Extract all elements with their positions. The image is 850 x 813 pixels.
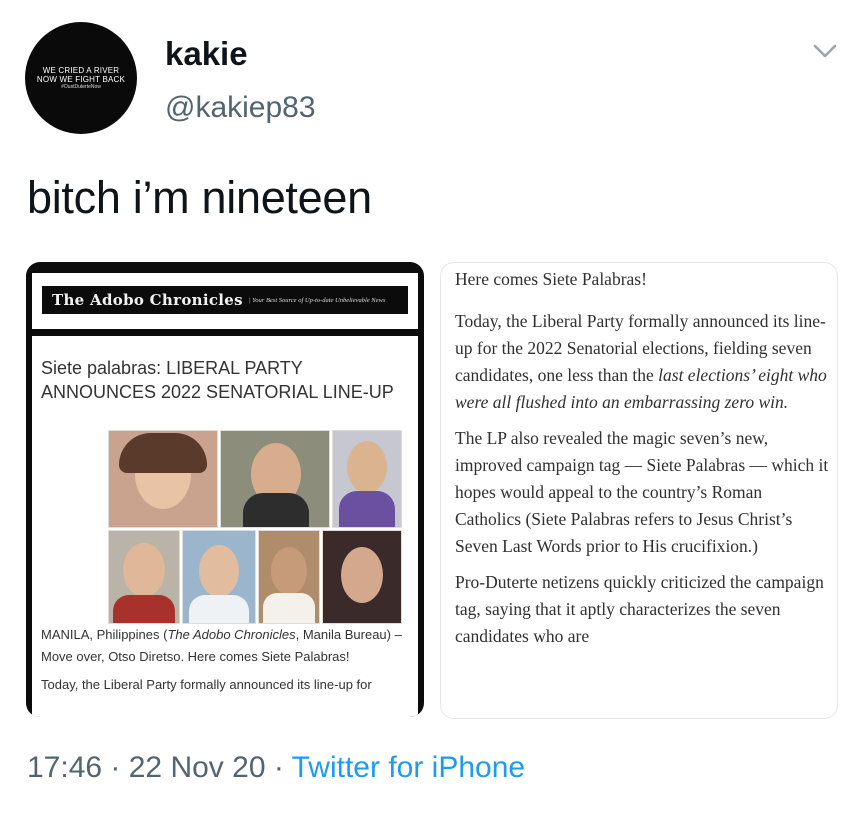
meta-separator: ·: [102, 751, 129, 784]
article-headline: Siete palabras: LIBERAL PARTY ANNOUNCES …: [41, 358, 394, 402]
article-paragraph-2: Today, the Liberal Party formally announ…: [455, 308, 830, 416]
candidate-photo: [220, 430, 330, 528]
article-paragraph-1: Here comes Siete Palabras!: [455, 269, 647, 289]
candidate-photo: [332, 430, 402, 528]
article-paragraph-3: The LP also revealed the magic seven’s n…: [455, 428, 829, 556]
tweet-image-left[interactable]: The Adobo Chronicles | Your Best Source …: [26, 262, 424, 717]
masthead-bar: The Adobo Chronicles | Your Best Source …: [42, 286, 408, 314]
candidate-photo: [108, 530, 180, 624]
chevron-down-icon[interactable]: [812, 42, 838, 60]
candidate-photo: [182, 530, 256, 624]
lede-source: The Adobo Chronicles: [167, 627, 296, 642]
masthead: The Adobo Chronicles | Your Best Source …: [32, 273, 418, 329]
tweet-source-link[interactable]: Twitter for iPhone: [292, 751, 525, 784]
tweet-meta: 17:46 · 22 Nov 20 · Twitter for iPhone: [27, 750, 525, 786]
candidate-photo: [258, 530, 320, 624]
masthead-tagline: | Your Best Source of Up-to-date Unbelie…: [248, 296, 386, 304]
avatar-text-line-3: #OustDuterteNow: [61, 83, 101, 90]
tweet-text: bitch i’m nineteen: [27, 172, 372, 223]
tweet-date[interactable]: 22 Nov 20: [129, 751, 266, 784]
candidate-photo: [108, 430, 218, 528]
lede-text: MANILA, Philippines (: [41, 627, 168, 642]
article-paragraph-4: Pro-Duterte netizens quickly criticized …: [455, 572, 824, 646]
meta-separator: ·: [265, 751, 292, 784]
user-handle[interactable]: @kakiep83: [165, 91, 316, 125]
avatar-text-line-2: NOW WE FIGHT BACK: [36, 74, 126, 84]
candidate-photo: [322, 530, 402, 624]
article-page: Siete palabras: LIBERAL PARTY ANNOUNCES …: [32, 336, 418, 717]
article-lede: MANILA, Philippines (The Adobo Chronicle…: [41, 624, 413, 668]
tweet-image-right[interactable]: Here comes Siete Palabras! Today, the Li…: [440, 262, 838, 719]
tweet-time[interactable]: 17:46: [27, 751, 102, 784]
masthead-title: The Adobo Chronicles: [52, 291, 243, 309]
avatar[interactable]: WE CRIED A RIVER NOW WE FIGHT BACK #Oust…: [25, 22, 137, 134]
avatar-text-line-1: WE CRIED A RIVER: [42, 65, 120, 75]
article-text: Here comes Siete Palabras! Today, the Li…: [455, 263, 830, 659]
article-paragraph: Today, the Liberal Party formally announ…: [41, 677, 372, 692]
display-name[interactable]: kakie: [165, 36, 248, 72]
